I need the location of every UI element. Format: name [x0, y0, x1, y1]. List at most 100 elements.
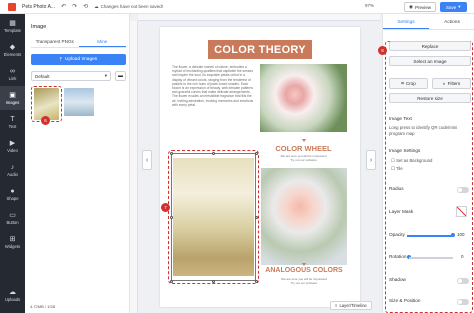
rail-item-video[interactable]: ▶ Video [0, 134, 25, 158]
preview-button[interactable]: ◉ Preview [404, 2, 436, 12]
crop-label: Crop [405, 81, 416, 86]
color-wheel-heading[interactable]: COLOR WHEEL [260, 144, 347, 153]
panel-title: Image [31, 24, 47, 30]
select-image-button[interactable]: Select an Image [389, 56, 471, 66]
rail-label: Images [5, 99, 20, 105]
checkbox[interactable]: ☐ [391, 158, 395, 163]
size-position-toggle[interactable] [457, 299, 469, 305]
resize-handle[interactable] [169, 215, 173, 219]
document-title[interactable]: Pets Photo A... [22, 4, 55, 10]
button-icon: ▭ [9, 211, 16, 219]
rail-label: Link [8, 75, 17, 81]
rail-item-audio[interactable]: ♪ Audio [0, 158, 25, 182]
rail-item-elements[interactable]: ◆ Elements [0, 38, 25, 62]
filter-icon: ◐ [442, 81, 446, 86]
shadow-toggle[interactable] [457, 278, 469, 284]
resize-handle[interactable] [211, 151, 215, 155]
annotation-badge-8: 8 [378, 46, 387, 55]
storage-usage: 4.72MB / 1GB [30, 304, 56, 309]
widgets-icon: ⊞ [9, 235, 16, 243]
rail-item-text[interactable]: T Text [0, 110, 25, 134]
tab-actions[interactable]: Actions [429, 20, 474, 29]
crop-icon: ⌗ [401, 81, 404, 86]
opacity-slider-track[interactable] [407, 235, 452, 237]
new-folder-button[interactable]: ▬ [115, 71, 126, 81]
body-paragraph[interactable]: The flower, a delicate marvel of nature,… [172, 65, 256, 107]
design-page[interactable]: COLOR THEORY The flower, a delicate marv… [160, 27, 360, 307]
tab-settings[interactable]: Settings [383, 20, 429, 29]
rail-item-shape[interactable]: ● Shape [0, 182, 25, 206]
upload-label: Upload Images [64, 57, 98, 62]
tab-transparent-pngs[interactable]: Transparent PNGs [31, 38, 79, 47]
text-icon: T [10, 115, 15, 123]
prev-page-button[interactable]: ‹ [142, 150, 152, 170]
rail-item-button[interactable]: ▭ Button [0, 206, 25, 230]
flower-photo-pink[interactable] [260, 64, 347, 132]
tab-mine[interactable]: Mine [78, 38, 126, 47]
upload-cloud-icon: ☁ [9, 288, 16, 296]
zoom-level[interactable]: 97% [365, 3, 374, 8]
set-background-option[interactable]: ☐ Set as Background [391, 158, 473, 164]
annotation-badge-6: 6 [41, 116, 50, 125]
chevron-right-icon: › [369, 156, 373, 164]
rail-item-widgets[interactable]: ⊞ Widgets [0, 230, 25, 254]
shape-icon: ● [10, 187, 15, 195]
upload-images-button[interactable]: ⤒ Upload Images [31, 54, 126, 65]
radius-toggle[interactable] [457, 187, 469, 193]
app-logo [8, 2, 16, 11]
restore-size-button[interactable]: Restore size [389, 93, 471, 103]
rail-item-template[interactable]: ▦ Template [0, 14, 25, 38]
rail-label: Button [6, 219, 19, 225]
selection-box[interactable] [171, 153, 256, 281]
left-nav-rail: ▦ Template ◆ Elements ∞ Link ▣ Images T Text … [0, 14, 25, 313]
tile-option[interactable]: ☐ Tile [391, 166, 473, 172]
opacity-value[interactable]: 100 [457, 232, 465, 237]
resize-handle[interactable] [254, 151, 258, 155]
filters-button[interactable]: ◐ Filters [432, 78, 471, 89]
shadow-label: Shadow [389, 277, 406, 282]
settings-tabs: Settings Actions [383, 20, 474, 30]
set-background-label: Set as Background [396, 158, 433, 163]
analogous-subtext[interactable]: We are sure you will be impressed Try ou… [261, 277, 347, 285]
rail-label: Widgets [4, 243, 21, 249]
resize-handle[interactable] [254, 215, 258, 219]
folder-select-value: Default [35, 73, 50, 79]
elements-icon: ◆ [9, 43, 16, 51]
template-icon: ▦ [9, 19, 16, 27]
undo-icon[interactable]: ↶ [61, 3, 66, 10]
layer-mask-label: Layer Mask [389, 209, 414, 214]
resize-handle[interactable] [211, 279, 215, 283]
image-thumbnail-landscape[interactable] [64, 88, 94, 116]
rail-item-images[interactable]: ▣ Images [0, 86, 25, 110]
next-page-button[interactable]: › [366, 150, 376, 170]
analogous-colors-heading[interactable]: ANALOGOUS COLORS [261, 267, 347, 274]
resize-handle[interactable] [169, 279, 173, 283]
opacity-slider-knob[interactable] [451, 233, 455, 237]
preview-label: Preview [414, 4, 431, 10]
flower-photo-bouquet[interactable] [261, 168, 347, 265]
replace-button[interactable]: Replace [389, 41, 471, 51]
crop-button[interactable]: ⌗ Crop [389, 78, 428, 89]
resize-handle[interactable] [169, 151, 173, 155]
page-heading[interactable]: COLOR THEORY [208, 40, 312, 59]
color-wheel-subtext[interactable]: We are sure you will be impressed Try ou… [260, 154, 347, 162]
image-text-value[interactable]: Long press to identify QR code/mini prog… [389, 125, 471, 136]
rotation-value[interactable]: 0 [461, 254, 464, 259]
layer-mask-picker[interactable] [456, 206, 467, 217]
save-button[interactable]: Save ▾ [440, 2, 467, 12]
history-icon[interactable]: ⟲ [83, 3, 88, 10]
save-label: Save [446, 4, 457, 10]
resize-handle[interactable] [254, 279, 258, 283]
chevron-down-icon: ▾ [458, 4, 461, 9]
horizontal-ruler [138, 14, 380, 21]
checkbox[interactable]: ☐ [391, 166, 395, 171]
layer-timeline-button[interactable]: ≡ Layer/Timeline [330, 301, 372, 310]
rail-item-uploads[interactable]: ☁ Uploads [0, 283, 25, 307]
rail-item-link[interactable]: ∞ Link [0, 62, 25, 86]
rotation-slider-track[interactable] [409, 257, 453, 259]
redo-icon[interactable]: ↷ [72, 3, 77, 10]
folder-select[interactable]: Default ▾ [31, 71, 111, 81]
rail-label: Template [4, 27, 21, 33]
images-tabs: Transparent PNGs Mine [31, 38, 126, 48]
subtext-line: Try out our software [290, 281, 318, 285]
